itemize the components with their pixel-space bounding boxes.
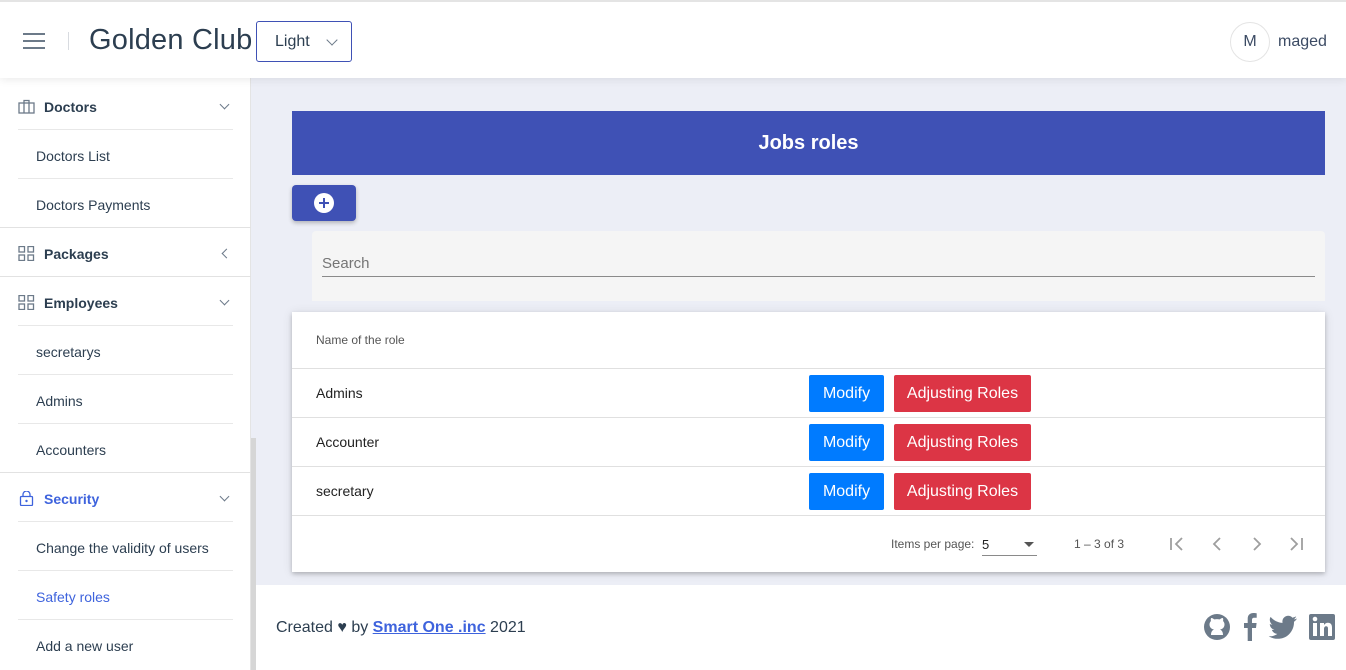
footer-year: 2021 [490, 619, 526, 636]
footer: Created ♥ by Smart One .inc 2021 [256, 585, 1346, 670]
sidebar-item-security[interactable]: Security [0, 473, 251, 522]
sidebar-item-doctors[interactable]: Doctors [0, 81, 251, 130]
sidebar-item-admins[interactable]: Admins [0, 375, 251, 424]
theme-select-value: Light [275, 33, 310, 50]
sidebar-item-doctors-list[interactable]: Doctors List [0, 130, 251, 179]
sidebar-item-doctors-payments[interactable]: Doctors Payments [0, 179, 251, 228]
facebook-icon[interactable] [1242, 612, 1258, 642]
sidebar-item-accounters[interactable]: Accounters [0, 424, 251, 473]
column-header-name[interactable]: Name of the role [316, 333, 405, 347]
role-name: secretary [316, 483, 374, 499]
grid-icon [18, 295, 35, 310]
top-header: Golden Club Light M maged [0, 0, 1346, 78]
table-row: Admins Modify Adjusting Roles [292, 369, 1325, 418]
chevron-down-icon [326, 34, 338, 46]
header-divider [68, 32, 69, 50]
chevron-down-icon [219, 99, 230, 110]
briefcase-icon [18, 99, 35, 114]
plus-circle-icon [314, 193, 334, 213]
sidebar-item-label: secretarys [36, 344, 101, 360]
sidebar-item-label: Security [44, 491, 100, 507]
page-size-value: 5 [982, 537, 990, 552]
dropdown-arrow-icon [1024, 542, 1034, 547]
grid-icon [18, 246, 35, 261]
table-row: Accounter Modify Adjusting Roles [292, 418, 1325, 467]
chevron-left-icon [221, 248, 232, 259]
last-page-icon [1290, 537, 1303, 551]
add-role-button[interactable] [292, 185, 356, 221]
role-name: Admins [316, 385, 363, 401]
sidebar-item-label: Employees [44, 295, 118, 311]
previous-page-button[interactable] [1202, 530, 1232, 558]
sidebar-item-change-validity[interactable]: Change the validity of users [0, 522, 251, 571]
sidebar-item-label: Doctors List [36, 148, 110, 164]
last-page-button[interactable] [1282, 530, 1312, 558]
sidebar-item-label: Safety roles [36, 589, 110, 605]
sidebar: Doctors Doctors List Doctors Payments Pa… [0, 78, 251, 670]
modify-button[interactable]: Modify [809, 424, 884, 461]
linkedin-icon[interactable] [1309, 612, 1335, 642]
search-input[interactable] [322, 251, 1315, 277]
sidebar-item-label: Admins [36, 393, 83, 409]
chevron-down-icon [219, 295, 230, 306]
sidebar-item-add-user[interactable]: Add a new user [0, 620, 251, 669]
chevron-left-icon [1212, 537, 1221, 551]
app-title: Golden Club [89, 24, 253, 56]
items-per-page-label: Items per page: [891, 537, 975, 551]
search-field [312, 231, 1325, 301]
page-size-select[interactable]: 5 [982, 534, 1037, 556]
sidebar-item-safety-roles[interactable]: Safety roles [0, 571, 251, 620]
chevron-right-icon [1253, 537, 1262, 551]
sidebar-item-label: Change the validity of users [36, 540, 209, 556]
chevron-down-icon [219, 491, 230, 502]
table-header: Name of the role [292, 312, 1325, 369]
sidebar-item-label: Doctors [44, 99, 97, 115]
adjusting-roles-button[interactable]: Adjusting Roles [894, 375, 1031, 412]
sidebar-item-packages[interactable]: Packages [0, 228, 251, 277]
footer-credit: Created ♥ by Smart One .inc 2021 [276, 619, 526, 637]
sidebar-item-employees[interactable]: Employees [0, 277, 251, 326]
sidebar-item-secretarys[interactable]: secretarys [0, 326, 251, 375]
sidebar-item-label: Add a new user [36, 638, 134, 654]
adjusting-roles-button[interactable]: Adjusting Roles [894, 424, 1031, 461]
modify-button[interactable]: Modify [809, 473, 884, 510]
sidebar-item-label: Packages [44, 246, 109, 262]
role-name: Accounter [316, 434, 380, 450]
company-link[interactable]: Smart One .inc [373, 619, 486, 636]
theme-select[interactable]: Light [256, 21, 352, 62]
first-page-icon [1170, 537, 1183, 551]
menu-icon[interactable] [23, 33, 45, 49]
sidebar-item-label: Doctors Payments [36, 197, 151, 213]
username[interactable]: maged [1278, 33, 1327, 51]
next-page-button[interactable] [1242, 530, 1272, 558]
modify-button[interactable]: Modify [809, 375, 884, 412]
paginator: Items per page: 5 1 – 3 of 3 [292, 516, 1325, 572]
github-icon[interactable] [1202, 612, 1232, 642]
roles-table: Name of the role Admins Modify Adjusting… [292, 312, 1325, 572]
first-page-button[interactable] [1161, 530, 1191, 558]
twitter-icon[interactable] [1268, 612, 1298, 642]
avatar[interactable]: M [1230, 22, 1270, 62]
page-title: Jobs roles [292, 111, 1325, 175]
lock-icon [19, 491, 34, 506]
footer-created-text: Created ♥ by [276, 619, 369, 636]
sidebar-item-label: Accounters [36, 442, 107, 458]
adjusting-roles-button[interactable]: Adjusting Roles [894, 473, 1031, 510]
table-row: secretary Modify Adjusting Roles [292, 467, 1325, 516]
range-label: 1 – 3 of 3 [1074, 537, 1125, 551]
